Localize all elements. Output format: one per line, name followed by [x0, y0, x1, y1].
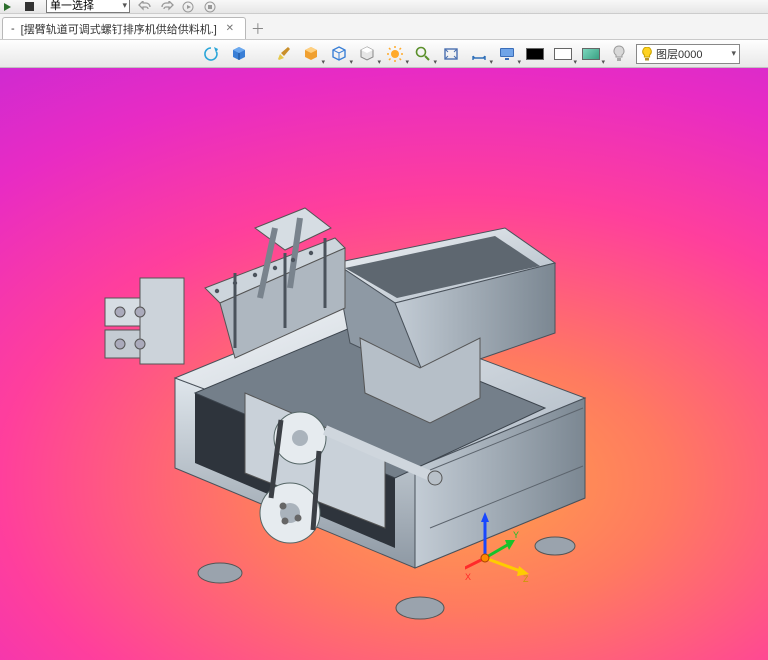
swatch-black[interactable] [524, 43, 546, 65]
swatch-teal[interactable] [580, 43, 602, 65]
view-toolbar: 图层0000 [0, 40, 768, 68]
close-icon[interactable]: ✕ [223, 22, 237, 36]
bulb-on-icon [641, 47, 653, 61]
document-tab-strip: - [摆臂轨道可调式螺钉排序机供给供料机.] ✕ ＋ [0, 14, 768, 40]
magnify-icon[interactable] [412, 43, 434, 65]
selection-mode-dropdown[interactable]: 单一选择 [46, 0, 130, 13]
sun-icon[interactable] [384, 43, 406, 65]
model-render [85, 168, 605, 628]
play-icon[interactable] [182, 1, 200, 13]
new-tab-button[interactable]: ＋ [246, 19, 270, 39]
swatch-white[interactable] [552, 43, 574, 65]
document-tab-active[interactable]: - [摆臂轨道可调式螺钉排序机供给供料机.] ✕ [2, 17, 246, 39]
redo-icon[interactable] [160, 1, 178, 13]
top-command-bar: 单一选择 [0, 0, 768, 14]
dimension-icon[interactable] [468, 43, 490, 65]
tab-prefix: - [11, 23, 15, 35]
shade-cube-icon[interactable] [356, 43, 378, 65]
model-viewport[interactable]: X Y Z [0, 68, 768, 660]
reload-icon[interactable] [200, 43, 222, 65]
square-icon [24, 1, 42, 13]
layer-dropdown[interactable]: 图层0000 [636, 44, 740, 64]
brush-icon[interactable] [272, 43, 294, 65]
bulb-off-icon[interactable] [608, 43, 630, 65]
monitor-icon[interactable] [496, 43, 518, 65]
stop-icon[interactable] [204, 1, 222, 13]
undo-icon[interactable] [138, 1, 156, 13]
material-cube-icon[interactable] [300, 43, 322, 65]
cube-blue-icon[interactable] [228, 43, 250, 65]
tab-title: [摆臂轨道可调式螺钉排序机供给供料机.] [21, 21, 217, 37]
wire-cube-icon[interactable] [328, 43, 350, 65]
arrow-icon [2, 1, 20, 13]
fit-rect-icon[interactable] [440, 43, 462, 65]
layer-label: 图层0000 [656, 46, 702, 62]
